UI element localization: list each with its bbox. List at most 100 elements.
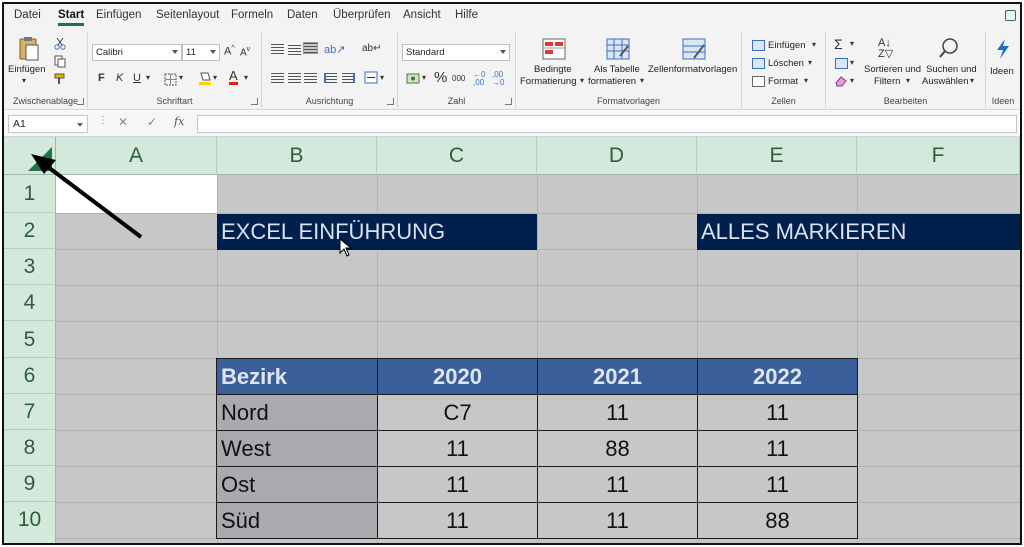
delete-cells-label[interactable]: Löschen xyxy=(768,58,804,70)
ideas-label[interactable]: Ideen xyxy=(990,66,1014,78)
format-cells-label[interactable]: Format xyxy=(768,76,798,88)
table-cell[interactable]: 11 xyxy=(537,466,698,503)
conditional-formatting-line1[interactable]: Bedingte xyxy=(534,64,572,76)
table-cell[interactable]: 88 xyxy=(537,430,698,467)
ideas-lightning-icon[interactable] xyxy=(995,38,1011,60)
currency-icon[interactable] xyxy=(406,73,420,84)
increase-decimal-icon[interactable]: ←0,00 xyxy=(473,71,485,87)
formula-input[interactable] xyxy=(197,115,1017,133)
sort-filter-line1[interactable]: Sortieren und xyxy=(864,64,921,76)
decrease-decimal-icon[interactable]: ,00 →0 xyxy=(492,71,504,87)
autosum-icon[interactable]: Σ xyxy=(834,36,843,52)
table-header-bezirk[interactable]: Bezirk xyxy=(216,358,378,395)
delete-cells-dropdown-icon[interactable]: ▾ xyxy=(808,58,812,67)
column-header-b[interactable]: B xyxy=(217,137,377,175)
currency-dropdown-icon[interactable]: ▾ xyxy=(422,73,426,82)
decrease-indent-icon[interactable] xyxy=(324,73,337,83)
font-color-dropdown-icon[interactable]: ▾ xyxy=(244,73,248,82)
row-header-9[interactable]: 9 xyxy=(4,466,56,502)
orientation-icon[interactable]: ab↗ xyxy=(324,43,345,56)
row-header-7[interactable]: 7 xyxy=(4,394,56,430)
format-cells-dropdown-icon[interactable]: ▾ xyxy=(804,76,808,85)
align-middle-icon[interactable] xyxy=(288,45,301,55)
font-color-icon[interactable]: A xyxy=(229,69,238,85)
thousands-separator-icon[interactable]: 000 xyxy=(452,74,465,83)
tab-ansicht[interactable]: Ansicht xyxy=(403,9,441,21)
table-cell[interactable]: Ost xyxy=(216,466,378,503)
tab-formeln[interactable]: Formeln xyxy=(231,9,273,21)
fill-icon[interactable] xyxy=(835,58,848,69)
table-cell[interactable]: 11 xyxy=(537,502,698,539)
format-as-table-icon[interactable] xyxy=(606,38,630,60)
table-cell[interactable]: 11 xyxy=(537,394,698,431)
row-header-5[interactable]: 5 xyxy=(4,321,56,358)
merge-center-icon[interactable] xyxy=(364,71,378,84)
delete-cells-icon[interactable] xyxy=(752,58,765,69)
alignment-launcher-icon[interactable] xyxy=(387,98,394,105)
align-left-icon[interactable] xyxy=(271,73,284,83)
percent-icon[interactable]: % xyxy=(434,69,447,86)
font-grow-icon[interactable]: A^ xyxy=(224,45,235,58)
banner-excel-einfuehrung[interactable]: EXCEL EINFÜHRUNG xyxy=(217,214,537,250)
insert-cells-label[interactable]: Einfügen xyxy=(768,40,806,52)
row-header-6[interactable]: 6 xyxy=(4,358,56,394)
tab-hilfe[interactable]: Hilfe xyxy=(455,9,478,21)
align-top-icon[interactable] xyxy=(271,44,284,54)
row-header-4[interactable]: 4 xyxy=(4,285,56,321)
conditional-formatting-icon[interactable] xyxy=(542,38,566,60)
format-as-table-line2[interactable]: formatieren xyxy=(588,76,636,88)
table-cell[interactable]: Süd xyxy=(216,502,378,539)
column-header-f[interactable]: F xyxy=(857,137,1020,175)
table-cell[interactable]: 11 xyxy=(377,466,538,503)
wrap-text-icon[interactable]: ab↵ xyxy=(362,43,382,54)
tab-daten[interactable]: Daten xyxy=(287,9,318,21)
clear-dropdown-icon[interactable]: ▾ xyxy=(850,76,854,85)
find-select-line2[interactable]: Auswählen xyxy=(922,76,968,88)
format-as-table-line1[interactable]: Als Tabelle xyxy=(594,64,640,76)
table-cell[interactable]: Nord xyxy=(216,394,378,431)
clear-icon[interactable] xyxy=(834,75,848,87)
table-cell[interactable]: West xyxy=(216,430,378,467)
insert-cells-icon[interactable] xyxy=(752,40,765,51)
column-header-c[interactable]: C xyxy=(377,137,537,175)
tab-ueberpruefen[interactable]: Überprüfen xyxy=(333,9,391,21)
find-select-dropdown-icon[interactable]: ▾ xyxy=(970,76,974,85)
align-right-icon[interactable] xyxy=(304,73,317,83)
table-cell[interactable]: C7 xyxy=(377,394,538,431)
number-format-dropdown[interactable]: Standard xyxy=(402,44,510,61)
share-icon[interactable] xyxy=(1005,10,1016,21)
cell-styles-label[interactable]: Zellenformatvorlagen xyxy=(648,64,737,76)
fill-dropdown-icon[interactable]: ▾ xyxy=(850,58,854,67)
merge-dropdown-icon[interactable]: ▾ xyxy=(380,73,384,82)
row-header-8[interactable]: 8 xyxy=(4,430,56,466)
table-header-2021[interactable]: 2021 xyxy=(537,358,698,395)
table-cell[interactable]: 88 xyxy=(697,502,858,539)
row-header-10[interactable]: 10 xyxy=(4,502,56,543)
autosum-dropdown-icon[interactable]: ▾ xyxy=(850,39,854,48)
insert-cells-dropdown-icon[interactable]: ▾ xyxy=(812,40,816,49)
table-cell[interactable]: 11 xyxy=(697,394,858,431)
table-header-2020[interactable]: 2020 xyxy=(377,358,538,395)
fill-color-dropdown-icon[interactable]: ▾ xyxy=(213,73,217,82)
increase-indent-icon[interactable] xyxy=(342,73,355,83)
find-select-line1[interactable]: Suchen und xyxy=(926,64,977,76)
table-cell[interactable]: 11 xyxy=(697,466,858,503)
sort-filter-icon[interactable]: A↓ Z▽ xyxy=(878,38,893,60)
conditional-formatting-dropdown-icon[interactable]: ▾ xyxy=(580,76,584,85)
cell-styles-icon[interactable] xyxy=(682,38,706,60)
banner-alles-markieren[interactable]: ALLES MARKIEREN xyxy=(697,214,1020,250)
font-shrink-icon[interactable]: Av xyxy=(240,46,250,58)
table-cell[interactable]: 11 xyxy=(377,502,538,539)
format-as-table-dropdown-icon[interactable]: ▾ xyxy=(640,76,644,85)
sort-filter-dropdown-icon[interactable]: ▾ xyxy=(906,76,910,85)
conditional-formatting-line2[interactable]: Formatierung xyxy=(520,76,577,88)
table-header-2022[interactable]: 2022 xyxy=(697,358,858,395)
font-launcher-icon[interactable] xyxy=(251,98,258,105)
sort-filter-line2[interactable]: Filtern xyxy=(874,76,900,88)
find-select-icon[interactable] xyxy=(938,37,960,59)
table-cell[interactable]: 11 xyxy=(377,430,538,467)
number-launcher-icon[interactable] xyxy=(505,98,512,105)
align-bottom-icon[interactable] xyxy=(303,42,318,54)
align-center-icon[interactable] xyxy=(288,73,301,83)
column-header-e[interactable]: E xyxy=(697,137,857,175)
